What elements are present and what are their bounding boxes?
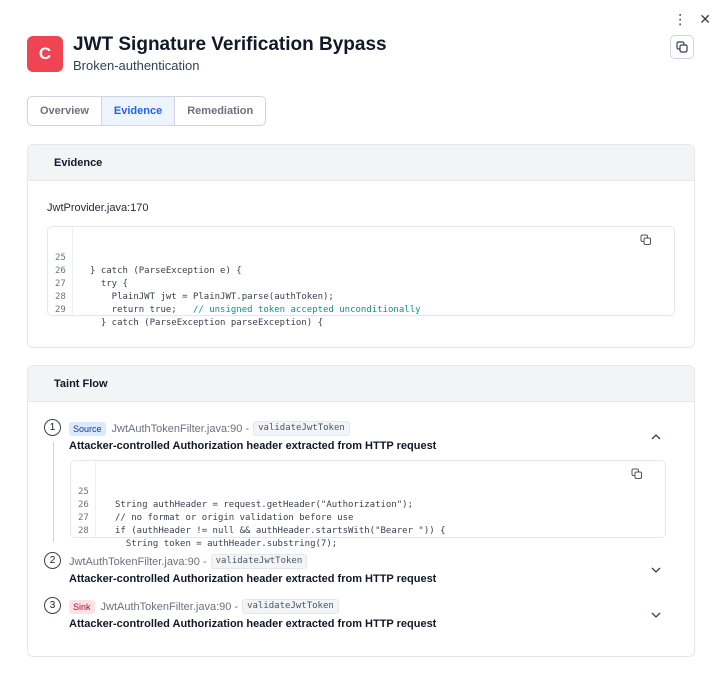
step-file: JwtAuthTokenFilter.java:90 - [100, 600, 239, 613]
tab-remediation[interactable]: Remediation [175, 97, 265, 125]
evidence-card: Evidence JwtProvider.java:170 25 } catch… [27, 144, 695, 348]
code-line: 26 // no format or origin validation bef… [71, 486, 665, 523]
evidence-code-block: 25 } catch (ParseException e) { 26 try {… [47, 226, 675, 328]
source-code-block: 25 String authHeader = request.getHeader… [70, 460, 666, 549]
severity-badge: C [27, 36, 63, 72]
tab-bar: Overview Evidence Remediation [27, 96, 267, 126]
copy-link-button[interactable] [670, 35, 694, 59]
finding-title: JWT Signature Verification Bypass [73, 34, 387, 55]
tab-evidence[interactable]: Evidence [101, 97, 176, 125]
step-function: validateJwtToken [242, 599, 339, 614]
close-icon[interactable]: ✕ [699, 12, 711, 26]
code-text: } catch (ParseException parseException) … [90, 318, 323, 328]
step-number: 3 [44, 597, 61, 614]
code-line: 25 String authHeader = request.getHeader… [71, 473, 665, 510]
line-number: 28 [78, 526, 89, 536]
code-text: if (authHeader != null && authHeader.sta… [115, 526, 446, 536]
tab-overview[interactable]: Overview [28, 97, 102, 125]
step-function: validateJwtToken [253, 421, 350, 436]
code-text: String token = authHeader.substring(7); [115, 539, 338, 549]
code-line: 25 } catch (ParseException e) { [48, 239, 674, 276]
code-statement: return true; [90, 305, 193, 315]
taint-step-2[interactable]: 2 JwtAuthTokenFilter.java:90 - validateJ… [44, 552, 678, 588]
chevron-down-icon[interactable] [650, 609, 662, 621]
title-block: JWT Signature Verification Bypass Broken… [73, 34, 387, 74]
code-text: return true; // unsigned token accepted … [90, 304, 421, 317]
step-file: JwtAuthTokenFilter.java:90 - [69, 555, 207, 568]
code-line: 29 } catch (ParseException parseExceptio… [48, 291, 674, 328]
code-line: 27 PlainJWT jwt = PlainJWT.parse(authTok… [48, 265, 674, 302]
line-number: 29 [55, 305, 66, 315]
step-number: 1 [44, 419, 61, 436]
finding-header: C JWT Signature Verification Bypass Brok… [27, 34, 694, 74]
code-line: 28 return true; // unsigned token accept… [48, 278, 674, 315]
chevron-down-icon[interactable] [650, 564, 662, 576]
code-line: 28 String token = authHeader.substring(7… [71, 512, 665, 549]
sink-tag: Sink [69, 599, 95, 614]
step-function: validateJwtToken [210, 554, 308, 569]
more-vertical-icon[interactable]: ⋮ [673, 12, 687, 26]
step-number: 2 [44, 552, 61, 569]
step-meta: JwtAuthTokenFilter.java:90 - validateJwt… [69, 554, 308, 569]
taint-step-sink[interactable]: 3 Sink JwtAuthTokenFilter.java:90 - vali… [44, 597, 678, 633]
code-comment: // unsigned token accepted unconditional… [192, 305, 421, 315]
finding-category: Broken-authentication [73, 58, 200, 73]
taint-flow-card: Taint Flow 1 Source JwtAuthTokenFilter.j… [27, 365, 695, 657]
code-line: 26 try { [48, 252, 674, 289]
step-description: Attacker-controlled Authorization header… [69, 618, 437, 630]
taint-flow-heading: Taint Flow [28, 366, 694, 402]
evidence-heading: Evidence [28, 145, 694, 181]
chevron-up-icon[interactable] [650, 431, 662, 443]
step-meta: Sink JwtAuthTokenFilter.java:90 - valida… [69, 599, 339, 614]
copy-icon [676, 41, 688, 53]
step-meta: Source JwtAuthTokenFilter.java:90 - vali… [69, 421, 350, 436]
step-file: JwtAuthTokenFilter.java:90 - [111, 422, 250, 435]
code-line: 27 if (authHeader != null && authHeader.… [71, 499, 665, 536]
step-description: Attacker-controlled Authorization header… [69, 440, 437, 452]
evidence-location: JwtProvider.java:170 [47, 202, 149, 214]
step-description: Attacker-controlled Authorization header… [69, 573, 437, 585]
window-actions: ⋮ ✕ [673, 12, 711, 26]
source-tag: Source [69, 421, 106, 436]
